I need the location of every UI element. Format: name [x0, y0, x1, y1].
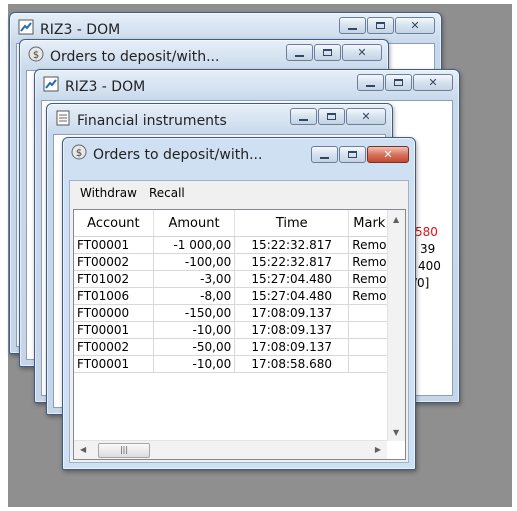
column-header-account[interactable]: Account	[74, 210, 154, 237]
cell-amount: -100,00	[153, 253, 236, 271]
cell-account: FT01002	[74, 270, 154, 288]
cell-account: FT01006	[74, 287, 154, 305]
window-title: Orders to deposit/with...	[93, 147, 263, 163]
cell-account: FT00001	[74, 321, 154, 339]
orders-grid[interactable]: Account Amount Time Mark FT00001 -1 000,…	[73, 209, 406, 460]
close-button[interactable]: ✕	[346, 108, 386, 125]
cell-amount: -8,00	[153, 287, 236, 305]
table-row[interactable]: FT01002 -3,00 15:27:04.480 Remove	[74, 270, 405, 288]
close-button[interactable]: ✕	[413, 74, 453, 91]
maximize-button[interactable]	[314, 44, 341, 61]
minimize-button[interactable]	[339, 17, 366, 34]
dom-price-red: 580	[415, 225, 438, 239]
window-title-bar[interactable]: RIZ3 - DOM	[43, 76, 145, 96]
maximize-button[interactable]	[339, 146, 366, 163]
caption-buttons: ✕	[286, 44, 382, 61]
window-title-bar[interactable]: RIZ3 - DOM	[18, 19, 120, 39]
table-row[interactable]: FT01006 -8,00 15:27:04.480 Remove	[74, 287, 405, 305]
menu-bar: Withdraw Recall	[70, 181, 408, 205]
minimize-button[interactable]	[286, 44, 313, 61]
cell-amount: -10,00	[153, 355, 236, 373]
table-header-row: Account Amount Time Mark	[74, 210, 405, 237]
vertical-scrollbar[interactable]: ▲ ▼	[387, 210, 405, 441]
horizontal-scrollbar[interactable]: ◀ ||| ▶	[74, 440, 387, 459]
window-title: RIZ3 - DOM	[40, 22, 121, 38]
table-row[interactable]: FT00002 -50,00 17:08:09.137	[74, 338, 405, 356]
cell-time: 17:08:58.680	[234, 355, 350, 373]
dollar-coin-icon: $	[71, 144, 87, 166]
minimize-button[interactable]	[311, 146, 338, 163]
minimize-button[interactable]	[357, 74, 384, 91]
close-icon: ✕	[410, 19, 420, 32]
close-button[interactable]: ✕	[342, 44, 382, 61]
svg-text:$: $	[33, 50, 39, 61]
dollar-coin-icon: $	[28, 46, 44, 68]
cell-account: FT00001	[74, 355, 154, 373]
cell-account: FT00002	[74, 338, 154, 356]
cell-time: 15:27:04.480	[234, 270, 350, 288]
cell-account: FT00000	[74, 304, 154, 322]
cell-amount: -10,00	[153, 321, 236, 339]
caption-buttons: ✕	[290, 108, 386, 125]
cell-amount: -1 000,00	[153, 236, 236, 254]
dom-value: 39	[420, 242, 436, 256]
close-icon: ✕	[383, 148, 393, 161]
table-row[interactable]: FT00001 -10,00 17:08:09.137	[74, 321, 405, 339]
table-row[interactable]: FT00001 -1 000,00 15:22:32.817 Remove	[74, 236, 405, 254]
close-button[interactable]: ✕	[395, 17, 435, 34]
dom-value: 400	[418, 259, 441, 273]
cell-time: 15:22:32.817	[234, 236, 350, 254]
cell-amount: -3,00	[153, 270, 236, 288]
window-title-bar[interactable]: Financial instruments	[55, 110, 227, 130]
window-title: RIZ3 - DOM	[65, 79, 146, 95]
caption-buttons: ✕	[311, 146, 409, 163]
minimize-button[interactable]	[290, 108, 317, 125]
scrollbar-thumb[interactable]: |||	[98, 443, 150, 458]
cell-amount: -50,00	[153, 338, 236, 356]
maximize-button[interactable]	[318, 108, 345, 125]
scroll-right-icon[interactable]: ▶	[375, 445, 381, 454]
svg-text:$: $	[76, 148, 82, 159]
cell-time: 15:27:04.480	[234, 287, 350, 305]
close-button[interactable]: ✕	[367, 146, 409, 163]
scroll-up-icon[interactable]: ▲	[393, 215, 399, 224]
menu-withdraw[interactable]: Withdraw	[74, 186, 143, 200]
cell-time: 17:08:09.137	[234, 321, 350, 339]
cell-time: 15:22:32.817	[234, 253, 350, 271]
caption-buttons: ✕	[339, 17, 435, 34]
scroll-down-icon[interactable]: ▼	[393, 428, 399, 437]
close-icon: ✕	[428, 76, 438, 89]
window-title-bar[interactable]: $ Orders to deposit/with...	[71, 144, 262, 164]
window-client: Withdraw Recall Account Amount Time Mark…	[69, 180, 409, 463]
cell-time: 17:08:09.137	[234, 304, 350, 322]
caption-buttons: ✕	[357, 74, 453, 91]
column-header-amount[interactable]: Amount	[153, 210, 236, 237]
menu-recall[interactable]: Recall	[143, 186, 191, 200]
orders-table: Account Amount Time Mark FT00001 -1 000,…	[74, 210, 405, 373]
window-orders-active[interactable]: $ Orders to deposit/with... ✕ Withdraw R…	[62, 137, 416, 470]
close-icon: ✕	[361, 110, 371, 123]
table-row[interactable]: FT00000 -150,00 17:08:09.137	[74, 304, 405, 322]
table-row[interactable]: FT00001 -10,00 17:08:58.680	[74, 355, 405, 373]
document-list-icon	[55, 110, 71, 132]
chart-arrow-icon	[18, 19, 34, 41]
close-icon: ✕	[357, 46, 367, 59]
column-header-time[interactable]: Time	[234, 210, 350, 237]
scroll-left-icon[interactable]: ◀	[80, 445, 86, 454]
cell-account: FT00001	[74, 236, 154, 254]
window-title: Financial instruments	[77, 113, 227, 129]
cell-time: 17:08:09.137	[234, 338, 350, 356]
cell-amount: -150,00	[153, 304, 236, 322]
maximize-button[interactable]	[367, 17, 394, 34]
maximize-button[interactable]	[385, 74, 412, 91]
chart-arrow-icon	[43, 76, 59, 98]
window-title: Orders to deposit/with...	[50, 49, 220, 65]
window-title-bar[interactable]: $ Orders to deposit/with...	[28, 46, 219, 66]
table-row[interactable]: FT00002 -100,00 15:22:32.817 Remove	[74, 253, 405, 271]
cell-account: FT00002	[74, 253, 154, 271]
